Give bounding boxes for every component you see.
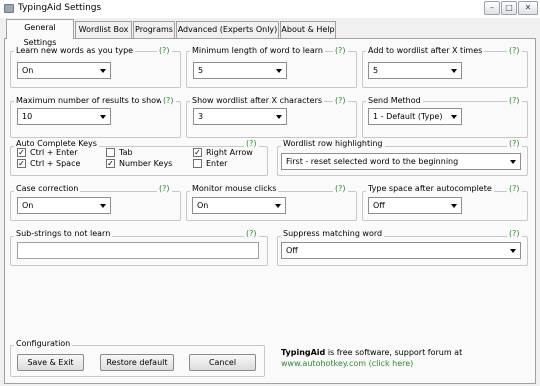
chevron-down-icon xyxy=(276,115,282,119)
case-correction-help[interactable]: (?) xyxy=(157,184,172,193)
tab-about-help[interactable]: About & Help xyxy=(280,21,336,38)
cancel-button[interactable]: Cancel xyxy=(189,354,256,371)
tab-key-label: Tab xyxy=(119,148,133,157)
enter-key-label: Enter xyxy=(206,159,228,168)
monitor-mouse-value: On xyxy=(197,201,209,210)
add-after-x-value: 5 xyxy=(373,66,379,75)
chevron-down-icon xyxy=(451,204,457,208)
chevron-down-icon xyxy=(100,115,106,119)
chevron-down-icon xyxy=(100,204,106,208)
send-method-help[interactable]: (?) xyxy=(507,96,522,105)
close-icon: ✕ xyxy=(524,3,532,12)
autocomplete-keys-help[interactable]: (?) xyxy=(244,139,259,148)
check-icon: ✓ xyxy=(18,159,25,168)
chevron-down-icon xyxy=(100,69,106,73)
ctrl-enter-checkbox[interactable]: ✓ xyxy=(17,148,26,157)
number-keys-checkbox[interactable]: ✓ xyxy=(106,159,115,168)
minimize-icon: – xyxy=(490,3,494,12)
type-space-value: Off xyxy=(373,201,385,210)
tab-programs[interactable]: Programs xyxy=(133,21,175,38)
save-exit-button[interactable]: Save & Exit xyxy=(17,354,84,371)
send-method-dropdown[interactable]: 1 - Default (Type) xyxy=(368,108,462,125)
type-space-dropdown[interactable]: Off xyxy=(368,197,462,214)
monitor-mouse-help[interactable]: (?) xyxy=(333,184,348,193)
window-title: TypingAid Settings xyxy=(18,3,102,13)
check-icon: ✓ xyxy=(107,159,114,168)
min-length-label: Minimum length of word to learn xyxy=(190,46,325,55)
check-icon: ✓ xyxy=(18,148,25,157)
max-results-value: 10 xyxy=(22,112,33,121)
substrings-help[interactable]: (?) xyxy=(244,229,259,238)
show-after-x-value: 3 xyxy=(198,112,204,121)
row-highlighting-value: First - reset selected word to the begin… xyxy=(286,157,459,166)
footer-info: TypingAid is free software, support foru… xyxy=(281,347,531,369)
send-method-label: Send Method xyxy=(366,96,423,105)
substrings-label: Sub-strings to not learn xyxy=(14,229,113,238)
max-results-help[interactable]: (?) xyxy=(161,96,176,105)
learn-new-words-dropdown[interactable]: On xyxy=(17,62,111,79)
ctrl-enter-label: Ctrl + Enter xyxy=(30,148,78,157)
monitor-mouse-dropdown[interactable]: On xyxy=(192,197,286,214)
ctrl-space-checkbox[interactable]: ✓ xyxy=(17,159,26,168)
add-after-x-label: Add to wordlist after X times xyxy=(366,46,485,55)
send-method-value: 1 - Default (Type) xyxy=(373,112,443,121)
number-keys-label: Number Keys xyxy=(119,159,173,168)
min-length-value: 5 xyxy=(198,66,204,75)
suppress-dropdown[interactable]: Off xyxy=(281,242,521,259)
maximize-icon: □ xyxy=(505,3,513,12)
minimize-button[interactable]: – xyxy=(484,1,500,15)
suppress-help[interactable]: (?) xyxy=(507,229,522,238)
footer-text: is free software, support forum at xyxy=(325,348,463,357)
maximize-button[interactable]: □ xyxy=(501,1,517,15)
chevron-down-icon xyxy=(510,249,516,253)
monitor-mouse-label: Monitor mouse clicks xyxy=(190,184,279,193)
suppress-value: Off xyxy=(286,246,298,255)
max-results-label: Maximum number of results to show xyxy=(14,96,165,105)
tab-wordlist-box[interactable]: Wordlist Box xyxy=(75,21,132,38)
chevron-down-icon xyxy=(451,69,457,73)
autocomplete-keys-label: Auto Complete Keys xyxy=(14,139,99,148)
show-after-x-label: Show wordlist after X characters xyxy=(190,96,325,105)
tab-general-settings[interactable]: General Settings xyxy=(6,19,74,47)
close-button[interactable]: ✕ xyxy=(518,1,538,15)
enter-key-checkbox[interactable] xyxy=(193,159,202,168)
tab-key-checkbox[interactable] xyxy=(106,148,115,157)
type-space-help[interactable]: (?) xyxy=(507,184,522,193)
forum-link[interactable]: www.autohotkey.com (click here) xyxy=(281,359,413,368)
learn-new-words-help[interactable]: (?) xyxy=(157,46,172,55)
substrings-input[interactable] xyxy=(17,242,259,259)
row-highlighting-help[interactable]: (?) xyxy=(507,139,522,148)
app-icon xyxy=(4,4,14,13)
min-length-dropdown[interactable]: 5 xyxy=(193,62,287,79)
add-after-x-dropdown[interactable]: 5 xyxy=(368,62,462,79)
configuration-label: Configuration xyxy=(14,339,73,348)
learn-new-words-value: On xyxy=(22,66,34,75)
type-space-label: Type space after autocomplete xyxy=(366,184,494,193)
suppress-label: Suppress matching word xyxy=(281,229,385,238)
show-after-x-dropdown[interactable]: 3 xyxy=(193,108,287,125)
case-correction-label: Case correction xyxy=(14,184,81,193)
tab-advanced[interactable]: Advanced (Experts Only) xyxy=(176,21,279,38)
chevron-down-icon xyxy=(510,160,516,164)
add-after-x-help[interactable]: (?) xyxy=(507,46,522,55)
chevron-down-icon xyxy=(276,69,282,73)
min-length-help[interactable]: (?) xyxy=(333,46,348,55)
chevron-down-icon xyxy=(451,115,457,119)
chevron-down-icon xyxy=(275,204,281,208)
row-highlighting-label: Wordlist row highlighting xyxy=(281,139,385,148)
app-name: TypingAid xyxy=(281,348,326,357)
right-arrow-label: Right Arrow xyxy=(206,148,253,157)
ctrl-space-label: Ctrl + Space xyxy=(30,159,81,168)
restore-default-button[interactable]: Restore default xyxy=(100,354,174,371)
case-correction-dropdown[interactable]: On xyxy=(17,197,111,214)
right-arrow-checkbox[interactable]: ✓ xyxy=(193,148,202,157)
case-correction-value: On xyxy=(22,201,34,210)
show-after-x-help[interactable]: (?) xyxy=(333,96,348,105)
check-icon: ✓ xyxy=(194,148,201,157)
row-highlighting-dropdown[interactable]: First - reset selected word to the begin… xyxy=(281,153,521,170)
max-results-dropdown[interactable]: 10 xyxy=(17,108,111,125)
